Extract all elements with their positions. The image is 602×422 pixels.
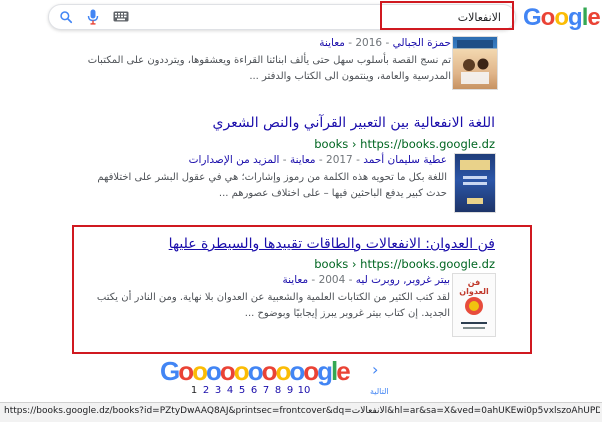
result-meta: حمزة الجبالي - 2016 - معاينة (319, 37, 451, 49)
result-url[interactable]: books › https://books.google.dz (314, 137, 495, 151)
page-10[interactable]: 10 (296, 385, 312, 396)
book-cover-thumbnail[interactable]: فن العدوان (452, 273, 496, 337)
page-8[interactable]: 8 (272, 385, 284, 396)
page-4[interactable]: 4 (224, 385, 236, 396)
result-url[interactable]: books › https://books.google.dz (314, 257, 495, 271)
pagination-logo: Goooooooooogle (160, 356, 351, 386)
pagination: Goooooooooogle 1 2 3 4 5 6 7 8 9 10 › التالية (0, 356, 602, 402)
book-cover-thumbnail[interactable] (452, 36, 498, 90)
result-title-link[interactable]: اللغة الانفعالية بين التعبير القرآني وال… (213, 115, 496, 131)
result-author-link[interactable]: حمزة الجبالي (393, 37, 451, 49)
result-author-link[interactable]: بيتر غروبر, روبرت ليه (356, 274, 450, 286)
result-snippet: تم نسج القصة بأسلوب سهل حتى يألف ابنائنا… (87, 55, 451, 82)
page-5[interactable]: 5 (236, 385, 248, 396)
page-7[interactable]: 7 (260, 385, 272, 396)
result-preview-link[interactable]: معاينة (282, 274, 308, 286)
result-preview-link[interactable]: معاينة (319, 37, 345, 49)
status-url: https://books.google.dz/books?id=PZtyDwA… (4, 406, 600, 416)
top-search-bar: Google (0, 0, 602, 34)
result-more-editions-link[interactable]: المزيد من الإصدارات (189, 154, 280, 166)
browser-status-bar: https://books.google.dz/books?id=PZtyDwA… (0, 402, 602, 422)
result-meta: بيتر غروبر, روبرت ليه - 2004 - معاينة (282, 274, 450, 286)
page-2[interactable]: 2 (200, 385, 212, 396)
page-numbers: 1 2 3 4 5 6 7 8 9 10 (188, 385, 312, 396)
search-box[interactable] (48, 4, 516, 30)
next-page-link[interactable]: التالية (370, 387, 389, 396)
result-author-link[interactable]: عطية سليمان أحمد (363, 154, 447, 166)
keyboard-icon[interactable] (113, 11, 129, 22)
chevron-right-icon[interactable]: › (372, 360, 378, 379)
result-title-link[interactable]: فن العدوان: الانفعالات والطاقات تقييدها … (169, 236, 495, 252)
search-result-2: اللغة الانفعالية بين التعبير القرآني وال… (70, 113, 500, 213)
result-year: 2016 (355, 37, 383, 49)
book-cover-art-icon (460, 160, 490, 204)
result-meta: عطية سليمان أحمد - 2017 - معاينة - المزي… (188, 154, 447, 166)
search-result-3: فن العدوان: الانفعالات والطاقات تقييدها … (70, 234, 500, 344)
book-cover-thumbnail[interactable] (454, 153, 496, 213)
search-icon[interactable] (59, 10, 73, 24)
book-cover-art-icon (457, 40, 493, 84)
result-snippet: اللغة بكل ما تحويه هذه الكلمة من رموز وإ… (97, 172, 447, 199)
page-3[interactable]: 3 (212, 385, 224, 396)
search-input[interactable] (139, 6, 503, 28)
result-snippet: لقد كتب الكثير من الكتابات العلمية والشع… (96, 292, 450, 319)
page-1: 1 (190, 385, 198, 396)
page-9[interactable]: 9 (284, 385, 296, 396)
page-6[interactable]: 6 (248, 385, 260, 396)
search-result-1: حمزة الجبالي - 2016 - معاينة تم نسج القص… (70, 34, 500, 106)
result-year: 2017 (326, 154, 353, 166)
result-preview-link[interactable]: معاينة (290, 154, 316, 166)
google-logo[interactable]: Google (523, 4, 601, 32)
result-year: 2004 (318, 274, 346, 286)
mic-icon[interactable] (87, 9, 99, 25)
book-cover-title: فن العدوان (459, 278, 489, 296)
